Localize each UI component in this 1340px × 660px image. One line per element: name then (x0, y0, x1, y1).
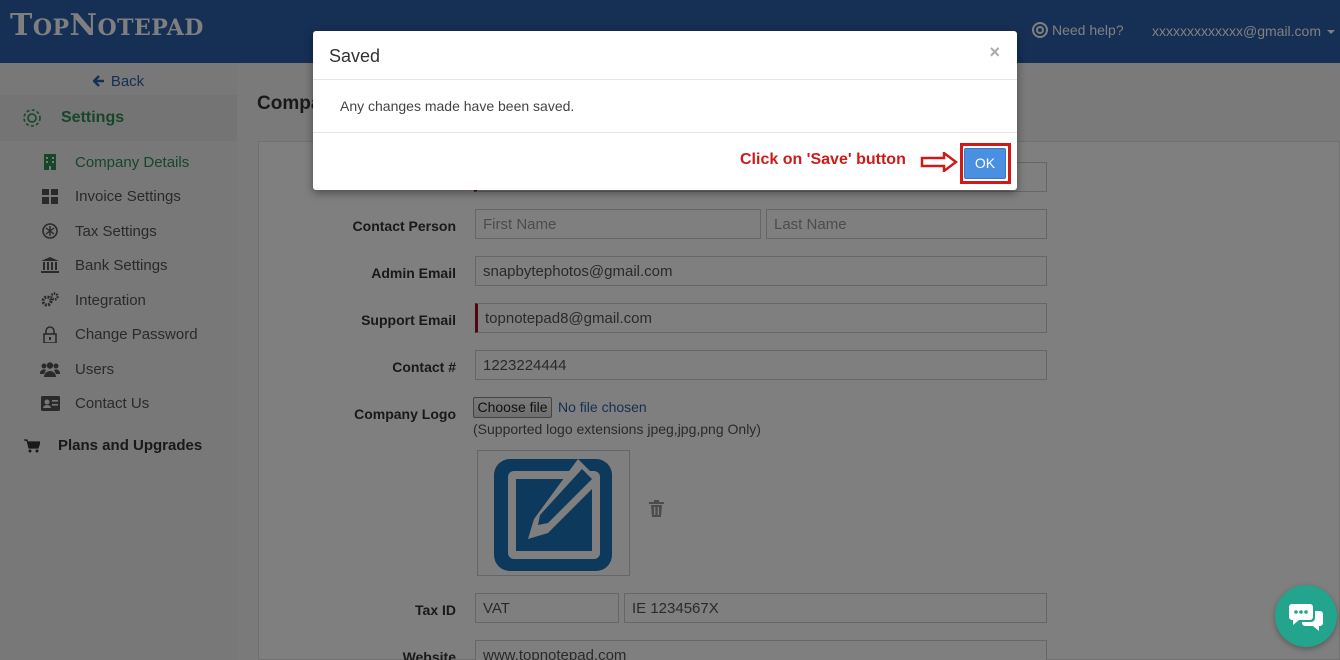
dialog-footer: Click on 'Save' button OK (313, 132, 1017, 190)
tutorial-annotation: Click on 'Save' button (740, 151, 906, 168)
close-icon[interactable]: × (989, 42, 1000, 63)
saved-dialog: Saved × Any changes made have been saved… (313, 31, 1017, 190)
chat-widget-button[interactable] (1275, 585, 1337, 647)
dialog-header: Saved × (313, 31, 1017, 80)
dialog-message: Any changes made have been saved. (340, 98, 575, 114)
chat-bubbles-icon (1289, 604, 1323, 631)
dialog-title: Saved (329, 46, 381, 66)
ok-button[interactable]: OK (964, 148, 1006, 179)
annotation-arrow-icon (920, 152, 958, 172)
